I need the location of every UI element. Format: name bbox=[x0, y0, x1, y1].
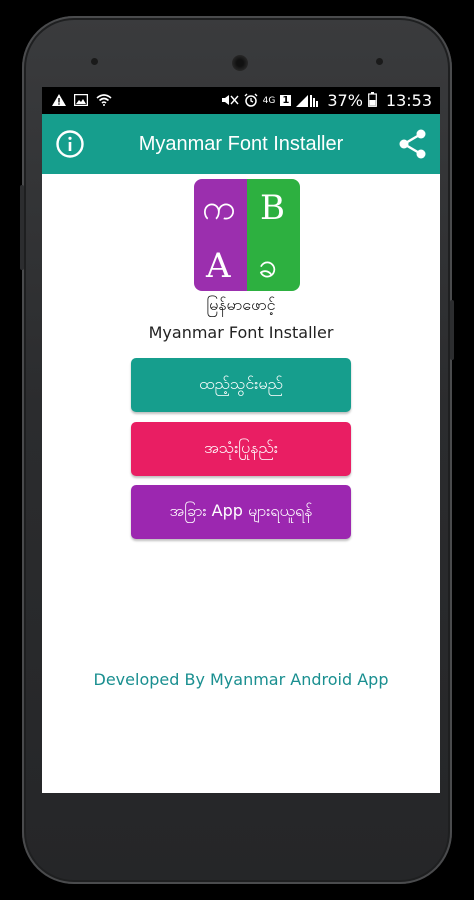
battery-icon bbox=[367, 92, 377, 109]
app-title: Myanmar Font Installer bbox=[138, 132, 344, 155]
volume-button bbox=[20, 185, 24, 270]
logo-char-top-right: B bbox=[260, 188, 285, 228]
app-logo: က B A ခ bbox=[194, 179, 300, 291]
other-apps-button-label: အခြား App များရယူရန် bbox=[169, 501, 313, 520]
brand-name-english: Myanmar Font Installer bbox=[148, 323, 334, 342]
front-camera bbox=[376, 58, 383, 65]
sim-slot: 1 bbox=[280, 95, 292, 106]
install-button-label: ထည့်သွင်းမည် bbox=[199, 374, 283, 393]
warning-icon bbox=[52, 93, 66, 108]
clock: 13:53 bbox=[385, 91, 432, 110]
share-icon[interactable] bbox=[399, 129, 427, 159]
how-to-use-button-label: အသုံးပြုနည်း bbox=[204, 438, 278, 457]
alarm-icon bbox=[244, 93, 258, 109]
mute-icon bbox=[221, 94, 239, 108]
logo-char-top-left: က bbox=[202, 188, 236, 228]
earpiece-speaker bbox=[232, 55, 248, 71]
other-apps-button[interactable]: အခြား App များရယူရန် bbox=[131, 485, 351, 539]
image-icon bbox=[73, 93, 89, 108]
how-to-use-button[interactable]: အသုံးပြုနည်း bbox=[131, 422, 351, 476]
power-button bbox=[450, 300, 454, 360]
brand-name-myanmar: မြန်မာဖောင့် bbox=[206, 295, 276, 314]
info-icon[interactable] bbox=[55, 129, 85, 159]
network-type: 4G bbox=[262, 95, 276, 106]
status-bar: 4G 1 37% 13:53 bbox=[42, 87, 440, 114]
battery-percent: 37% bbox=[327, 91, 363, 110]
wifi-icon bbox=[96, 93, 112, 108]
proximity-sensor bbox=[91, 58, 98, 65]
logo-char-bottom-left: A bbox=[206, 246, 231, 286]
app-screen: 4G 1 37% 13:53 Myanmar Font Installer က … bbox=[42, 87, 440, 793]
developer-credit: Developed By Myanmar Android App bbox=[93, 670, 389, 689]
logo-char-bottom-right: ခ bbox=[258, 246, 278, 286]
signal-icon bbox=[296, 93, 322, 109]
install-button[interactable]: ထည့်သွင်းမည် bbox=[131, 358, 351, 412]
app-bar: Myanmar Font Installer bbox=[42, 114, 440, 174]
